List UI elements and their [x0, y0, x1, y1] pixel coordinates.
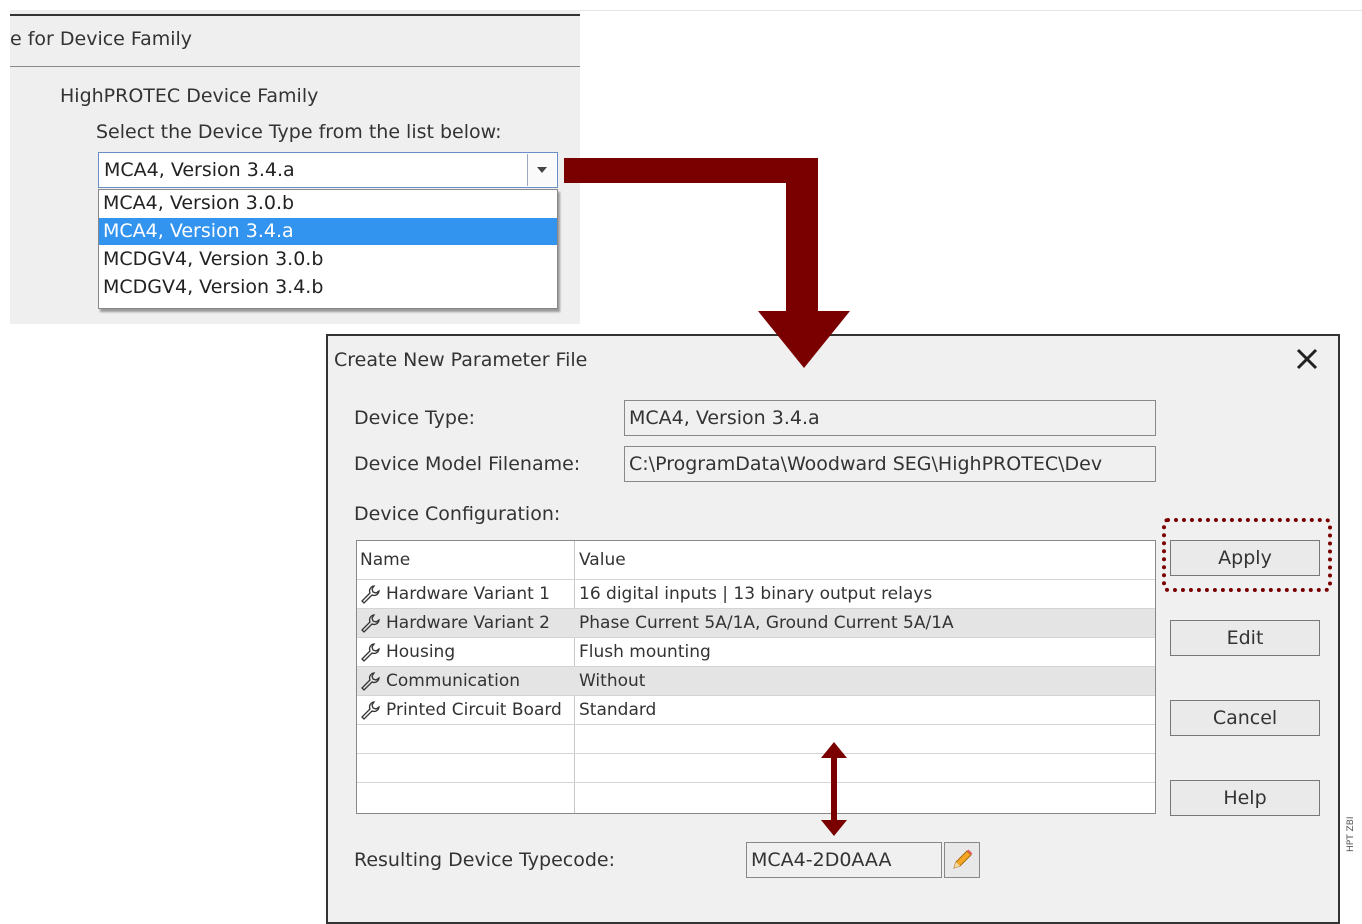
- select-device-type-label: Select the Device Type from the list bel…: [96, 121, 502, 143]
- close-button[interactable]: [1292, 344, 1322, 374]
- device-configuration-table: Name Value Hardware Variant 1 16 digital…: [356, 540, 1156, 814]
- page-border: [580, 10, 1362, 11]
- edit-typecode-button[interactable]: [944, 842, 980, 878]
- dropdown-option[interactable]: MCDGV4, Version 3.0.b: [99, 246, 557, 273]
- combobox-value: MCA4, Version 3.4.a: [104, 159, 295, 181]
- panel-top-border: [10, 14, 580, 16]
- apply-button[interactable]: Apply: [1170, 540, 1320, 576]
- row-value: Phase Current 5A/1A, Ground Current 5A/1…: [579, 613, 954, 633]
- device-type-field: MCA4, Version 3.4.a: [624, 400, 1156, 436]
- dropdown-option[interactable]: MCDGV4, Version 3.4.b: [99, 274, 557, 301]
- wrench-icon: [361, 614, 380, 633]
- cancel-button[interactable]: Cancel: [1170, 700, 1320, 736]
- row-name: Printed Circuit Board: [386, 700, 562, 720]
- row-value: Standard: [579, 700, 657, 720]
- row-name: Housing: [386, 642, 456, 662]
- row-name: Communication: [386, 671, 520, 691]
- side-tag: HPT ZBI: [1346, 816, 1356, 852]
- dialog-title: Create New Parameter File: [334, 349, 588, 371]
- pencil-icon: [953, 849, 973, 869]
- wrench-icon: [361, 701, 380, 720]
- table-row[interactable]: Communication Without: [357, 666, 1155, 695]
- row-value: Flush mounting: [579, 642, 711, 662]
- typecode-label: Resulting Device Typecode:: [354, 849, 616, 871]
- table-row[interactable]: Hardware Variant 2 Phase Current 5A/1A, …: [357, 608, 1155, 637]
- row-value: 16 digital inputs | 13 binary output rel…: [579, 584, 933, 604]
- device-type-label: Device Type:: [354, 407, 476, 429]
- device-model-filename-label: Device Model Filename:: [354, 453, 581, 475]
- table-row[interactable]: Housing Flush mounting: [357, 637, 1155, 666]
- table-row-empty: [357, 753, 1155, 782]
- wrench-icon: [361, 643, 380, 662]
- table-row[interactable]: Hardware Variant 1 16 digital inputs | 1…: [357, 579, 1155, 608]
- create-parameter-file-dialog: Create New Parameter File Device Type: M…: [326, 334, 1340, 924]
- row-name: Hardware Variant 1: [386, 584, 550, 604]
- column-header-name[interactable]: Name: [360, 541, 410, 579]
- typecode-field: MCA4-2D0AAA: [746, 842, 942, 878]
- dropdown-option-selected[interactable]: MCA4, Version 3.4.a: [99, 218, 557, 245]
- close-icon: [1296, 348, 1318, 370]
- device-model-filename-field: C:\ProgramData\Woodward SEG\HighPROTEC\D…: [624, 446, 1156, 482]
- edit-button[interactable]: Edit: [1170, 620, 1320, 656]
- row-value: Without: [579, 671, 646, 691]
- device-configuration-label: Device Configuration:: [354, 503, 561, 525]
- table-row-empty: [357, 724, 1155, 753]
- device-type-dropdown-list: MCA4, Version 3.0.b MCA4, Version 3.4.a …: [98, 189, 558, 309]
- panel-separator: [10, 66, 580, 67]
- device-type-combobox[interactable]: MCA4, Version 3.4.a: [98, 152, 558, 188]
- help-button[interactable]: Help: [1170, 780, 1320, 816]
- column-header-value[interactable]: Value: [579, 541, 626, 579]
- wrench-icon: [361, 672, 380, 691]
- chevron-down-icon: [537, 167, 547, 173]
- dropdown-option[interactable]: MCA4, Version 3.0.b: [99, 190, 557, 217]
- device-family-label: HighPROTEC Device Family: [60, 85, 319, 107]
- table-row-empty: [357, 782, 1155, 811]
- row-name: Hardware Variant 2: [386, 613, 550, 633]
- table-row[interactable]: Printed Circuit Board Standard: [357, 695, 1155, 724]
- combobox-dropdown-button[interactable]: [527, 154, 556, 186]
- wrench-icon: [361, 585, 380, 604]
- panel-header: e for Device Family: [10, 28, 193, 50]
